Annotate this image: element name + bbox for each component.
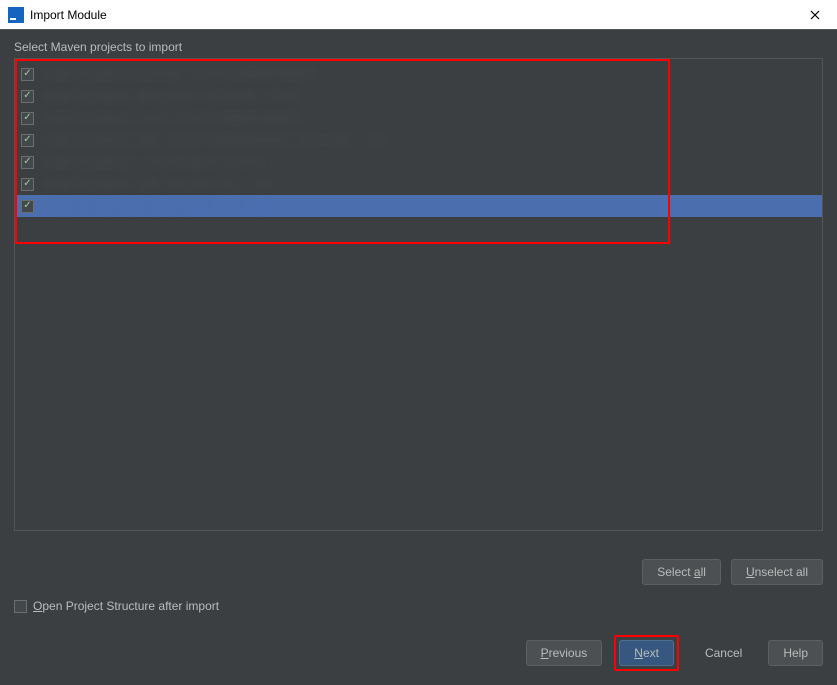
project-label: com.example:api:1.0.0-SNAPSHOT [active] … — [42, 133, 389, 147]
window-close-button[interactable] — [792, 0, 837, 30]
unselect-all-button[interactable]: Unselect all — [731, 559, 823, 585]
project-row[interactable]: c op, s-se -wrs-api-se . . . . .e] — [15, 195, 822, 217]
previous-button[interactable]: Previous — [526, 640, 603, 666]
project-row[interactable]: com.example:t-fk-module:1.0.0 — [15, 151, 822, 173]
open-project-structure-row[interactable]: Open Project Structure after import — [14, 599, 823, 613]
project-label: c op, s-se -wrs-api-se . . . . .e] — [42, 199, 268, 213]
project-checkbox[interactable] — [21, 156, 34, 169]
project-row[interactable]: com.example:mavente-module:1.0.0 — [15, 85, 822, 107]
next-button[interactable]: Next — [619, 640, 674, 666]
project-checkbox[interactable] — [21, 68, 34, 81]
project-label: com.example:t-fk-module:1.0.0 — [42, 155, 265, 169]
project-row[interactable]: com.example:api:1.0.0-SNAPSHOT [active] … — [15, 129, 822, 151]
project-row[interactable]: com.example:parent:1.0.0-SNAPSHOT — [15, 63, 822, 85]
open-project-structure-label: Open Project Structure after import — [33, 599, 219, 613]
select-buttons-row: Select all Unselect all — [14, 559, 823, 585]
project-label: com.example:api-server \d s-ser — [42, 177, 275, 191]
project-list[interactable]: com.example:parent:1.0.0-SNAPSHOT com.exa… — [15, 59, 822, 221]
project-row[interactable]: com.example:core:1.0.0-SNAPSHOT — [15, 107, 822, 129]
nav-buttons-row: Previous Next Cancel Help — [14, 635, 823, 671]
project-label: com.example:parent:1.0.0-SNAPSHOT — [42, 67, 317, 81]
project-row[interactable]: com.example:api-server \d s-ser — [15, 173, 822, 195]
project-label: com.example:mavente-module:1.0.0 — [42, 89, 300, 103]
dialog-body: Select Maven projects to import com.exam… — [0, 30, 837, 685]
select-all-button[interactable]: Select all — [642, 559, 721, 585]
instruction-label: Select Maven projects to import — [14, 40, 823, 54]
annotation-next-highlight: Next — [614, 635, 679, 671]
open-project-structure-checkbox[interactable] — [14, 600, 27, 613]
project-checkbox[interactable] — [21, 134, 34, 147]
project-checkbox[interactable] — [21, 178, 34, 191]
title-bar: Import Module — [0, 0, 837, 30]
cancel-button[interactable]: Cancel — [691, 640, 756, 666]
project-checkbox[interactable] — [21, 112, 34, 125]
project-checkbox[interactable] — [21, 200, 34, 213]
project-checkbox[interactable] — [21, 90, 34, 103]
project-list-panel: com.example:parent:1.0.0-SNAPSHOT com.exa… — [14, 58, 823, 531]
project-label: com.example:core:1.0.0-SNAPSHOT — [42, 111, 302, 125]
window-title: Import Module — [30, 8, 792, 22]
app-icon — [8, 7, 24, 23]
help-button[interactable]: Help — [768, 640, 823, 666]
